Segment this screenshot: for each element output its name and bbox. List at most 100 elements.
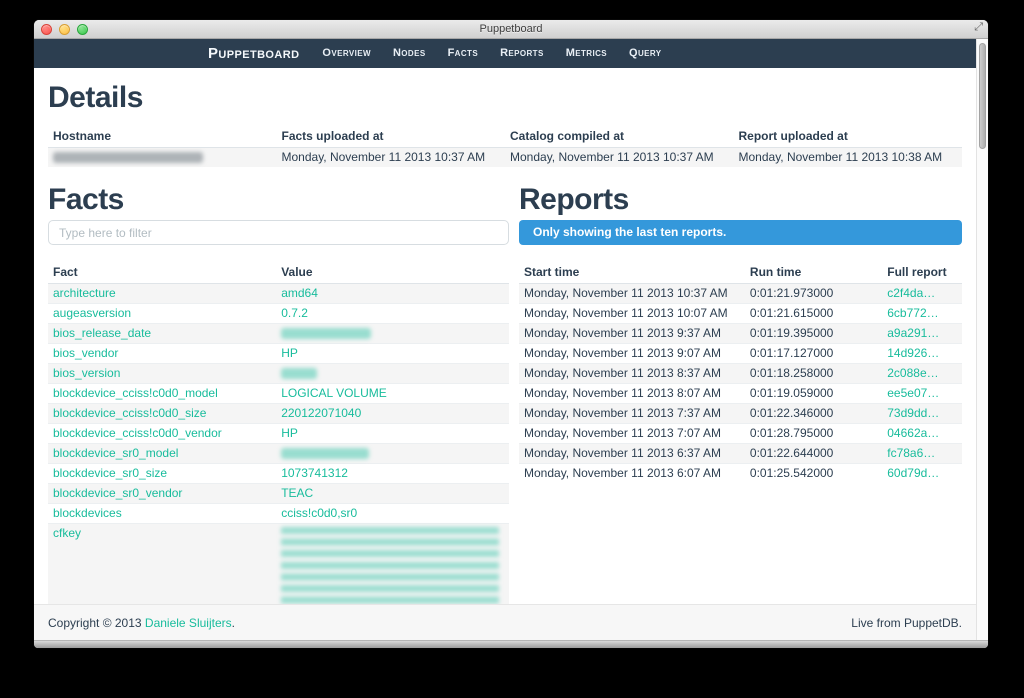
fact-name-link[interactable]: architecture bbox=[53, 286, 116, 300]
report-start-time: Monday, November 11 2013 7:37 AM bbox=[519, 404, 745, 424]
facts-col-fact: Fact bbox=[48, 261, 276, 284]
author-link[interactable]: Daniele Sluijters bbox=[145, 616, 232, 630]
details-col-report-uploaded: Report uploaded at bbox=[734, 125, 963, 148]
fact-name-link[interactable]: bios_vendor bbox=[53, 346, 118, 360]
nav-item-query[interactable]: Query bbox=[618, 39, 673, 68]
browser-viewport: Puppetboard OverviewNodesFactsReportsMet… bbox=[34, 39, 988, 640]
fact-row: blockdevice_sr0_size 1073741312 bbox=[48, 464, 509, 484]
fullscreen-icon[interactable]: ⤢ bbox=[974, 21, 983, 34]
full-report-link[interactable]: c2f4da… bbox=[887, 286, 935, 300]
nav-item-overview[interactable]: Overview bbox=[311, 39, 382, 68]
report-start-time: Monday, November 11 2013 9:07 AM bbox=[519, 344, 745, 364]
fact-name-link[interactable]: blockdevice_sr0_size bbox=[53, 466, 167, 480]
copyright-text: Copyright © 2013 Daniele Sluijters. bbox=[48, 616, 235, 630]
fact-name-link[interactable]: blockdevice_sr0_vendor bbox=[53, 486, 182, 500]
zoom-button[interactable] bbox=[77, 24, 88, 35]
fact-row: bios_vendor HP bbox=[48, 344, 509, 364]
full-report-link[interactable]: fc78a6… bbox=[887, 446, 935, 460]
nav-item-reports[interactable]: Reports bbox=[489, 39, 555, 68]
report-row: Monday, November 11 2013 9:37 AM0:01:19.… bbox=[519, 324, 962, 344]
report-run-time: 0:01:19.395000 bbox=[745, 324, 882, 344]
facts-table-body: architecture amd64 augeasversion 0.7.2 bios_… bbox=[48, 284, 509, 605]
nav-item-metrics[interactable]: Metrics bbox=[555, 39, 618, 68]
full-report-link[interactable]: 2c088e… bbox=[887, 366, 938, 380]
facts-table: Fact Value architectureamd64augeasversio… bbox=[48, 261, 509, 604]
report-row: Monday, November 11 2013 10:07 AM0:01:21… bbox=[519, 304, 962, 324]
report-row: Monday, November 11 2013 6:37 AM0:01:22.… bbox=[519, 444, 962, 464]
fact-row: blockdevice_cciss!c0d0_vendor HP bbox=[48, 424, 509, 444]
reports-table: Start time Run time Full report Monday, … bbox=[519, 261, 962, 483]
window-title: Puppetboard bbox=[34, 20, 988, 38]
full-report-link[interactable]: 6cb772… bbox=[887, 306, 938, 320]
fact-value-link[interactable]: cciss!c0d0,sr0 bbox=[281, 506, 357, 520]
nav-items: OverviewNodesFactsReportsMetricsQuery bbox=[311, 39, 672, 68]
report-run-time: 0:01:21.973000 bbox=[745, 284, 882, 304]
navbar: Puppetboard OverviewNodesFactsReportsMet… bbox=[34, 39, 976, 68]
full-report-link[interactable]: 60d79d… bbox=[887, 466, 939, 480]
nav-item-facts[interactable]: Facts bbox=[437, 39, 490, 68]
report-start-time: Monday, November 11 2013 10:37 AM bbox=[519, 284, 745, 304]
fact-name-link[interactable]: augeasversion bbox=[53, 306, 131, 320]
fact-value-link[interactable]: 1073741312 bbox=[281, 466, 348, 480]
fact-name-link[interactable]: blockdevices bbox=[53, 506, 122, 520]
report-run-time: 0:01:17.127000 bbox=[745, 344, 882, 364]
fact-row: blockdevice_sr0_model bbox=[48, 444, 509, 464]
window-titlebar[interactable]: Puppetboard ⤢ bbox=[34, 20, 988, 39]
full-report-link[interactable]: 73d9dd… bbox=[887, 406, 939, 420]
fact-value-link[interactable]: TEAC bbox=[281, 486, 313, 500]
reports-heading: Reports bbox=[519, 183, 962, 217]
scrollbar-thumb[interactable] bbox=[979, 43, 986, 149]
navbar-brand[interactable]: Puppetboard bbox=[208, 45, 299, 62]
minimize-button[interactable] bbox=[59, 24, 70, 35]
report-run-time: 0:01:22.346000 bbox=[745, 404, 882, 424]
nav-item-nodes[interactable]: Nodes bbox=[382, 39, 437, 68]
catalog-compiled-value: Monday, November 11 2013 10:37 AM bbox=[505, 148, 734, 168]
reports-col-run-time: Run time bbox=[745, 261, 882, 284]
fact-name-link[interactable]: blockdevice_cciss!c0d0_vendor bbox=[53, 426, 222, 440]
facts-section: Facts Fact Value architectureamd64augeas… bbox=[48, 183, 509, 604]
facts-heading: Facts bbox=[48, 183, 509, 217]
traffic-lights bbox=[41, 24, 88, 35]
report-run-time: 0:01:19.059000 bbox=[745, 384, 882, 404]
fact-value-link[interactable]: amd64 bbox=[281, 286, 318, 300]
fact-value-link[interactable]: LOGICAL VOLUME bbox=[281, 386, 387, 400]
fact-name-link[interactable]: bios_version bbox=[53, 366, 120, 380]
report-row: Monday, November 11 2013 10:37 AM0:01:21… bbox=[519, 284, 962, 304]
fact-row: blockdevice_sr0_vendor TEAC bbox=[48, 484, 509, 504]
fact-value-link[interactable]: 220122071040 bbox=[281, 406, 361, 420]
fact-name-link[interactable]: blockdevice_sr0_model bbox=[53, 446, 178, 460]
details-col-catalog-compiled: Catalog compiled at bbox=[505, 125, 734, 148]
fact-name-link[interactable]: cfkey bbox=[53, 526, 81, 540]
report-start-time: Monday, November 11 2013 9:37 AM bbox=[519, 324, 745, 344]
report-start-time: Monday, November 11 2013 8:07 AM bbox=[519, 384, 745, 404]
report-row: Monday, November 11 2013 9:07 AM0:01:17.… bbox=[519, 344, 962, 364]
details-row: Monday, November 11 2013 10:37 AM Monday… bbox=[48, 148, 962, 168]
report-run-time: 0:01:18.258000 bbox=[745, 364, 882, 384]
fact-value-link[interactable]: HP bbox=[281, 426, 298, 440]
fact-name-link[interactable]: bios_release_date bbox=[53, 326, 151, 340]
fact-value-link[interactable]: HP bbox=[281, 346, 298, 360]
full-report-link[interactable]: 04662a… bbox=[887, 426, 939, 440]
close-button[interactable] bbox=[41, 24, 52, 35]
full-report-link[interactable]: ee5e07… bbox=[887, 386, 939, 400]
fact-row: blockdevice_cciss!c0d0_size 220122071040 bbox=[48, 404, 509, 424]
report-row: Monday, November 11 2013 7:07 AM0:01:28.… bbox=[519, 424, 962, 444]
details-header-row: Hostname Facts uploaded at Catalog compi… bbox=[48, 125, 962, 148]
details-col-hostname: Hostname bbox=[48, 125, 277, 148]
redacted-fact-value bbox=[281, 448, 369, 459]
report-row: Monday, November 11 2013 6:07 AM0:01:25.… bbox=[519, 464, 962, 484]
report-start-time: Monday, November 11 2013 10:07 AM bbox=[519, 304, 745, 324]
fact-value-link[interactable]: 0.7.2 bbox=[281, 306, 308, 320]
scrollbar-track[interactable] bbox=[976, 39, 988, 640]
full-report-link[interactable]: a9a291… bbox=[887, 326, 939, 340]
facts-filter-input[interactable] bbox=[48, 220, 509, 245]
reports-notice-banner: Only showing the last ten reports. bbox=[519, 220, 962, 245]
fact-name-link[interactable]: blockdevice_cciss!c0d0_size bbox=[53, 406, 206, 420]
window-bottom-edge bbox=[34, 640, 988, 648]
fact-row: architecture amd64 bbox=[48, 284, 509, 304]
fact-row: blockdevice_cciss!c0d0_model LOGICAL VOLU… bbox=[48, 384, 509, 404]
report-run-time: 0:01:25.542000 bbox=[745, 464, 882, 484]
report-start-time: Monday, November 11 2013 7:07 AM bbox=[519, 424, 745, 444]
fact-name-link[interactable]: blockdevice_cciss!c0d0_model bbox=[53, 386, 218, 400]
full-report-link[interactable]: 14d926… bbox=[887, 346, 939, 360]
